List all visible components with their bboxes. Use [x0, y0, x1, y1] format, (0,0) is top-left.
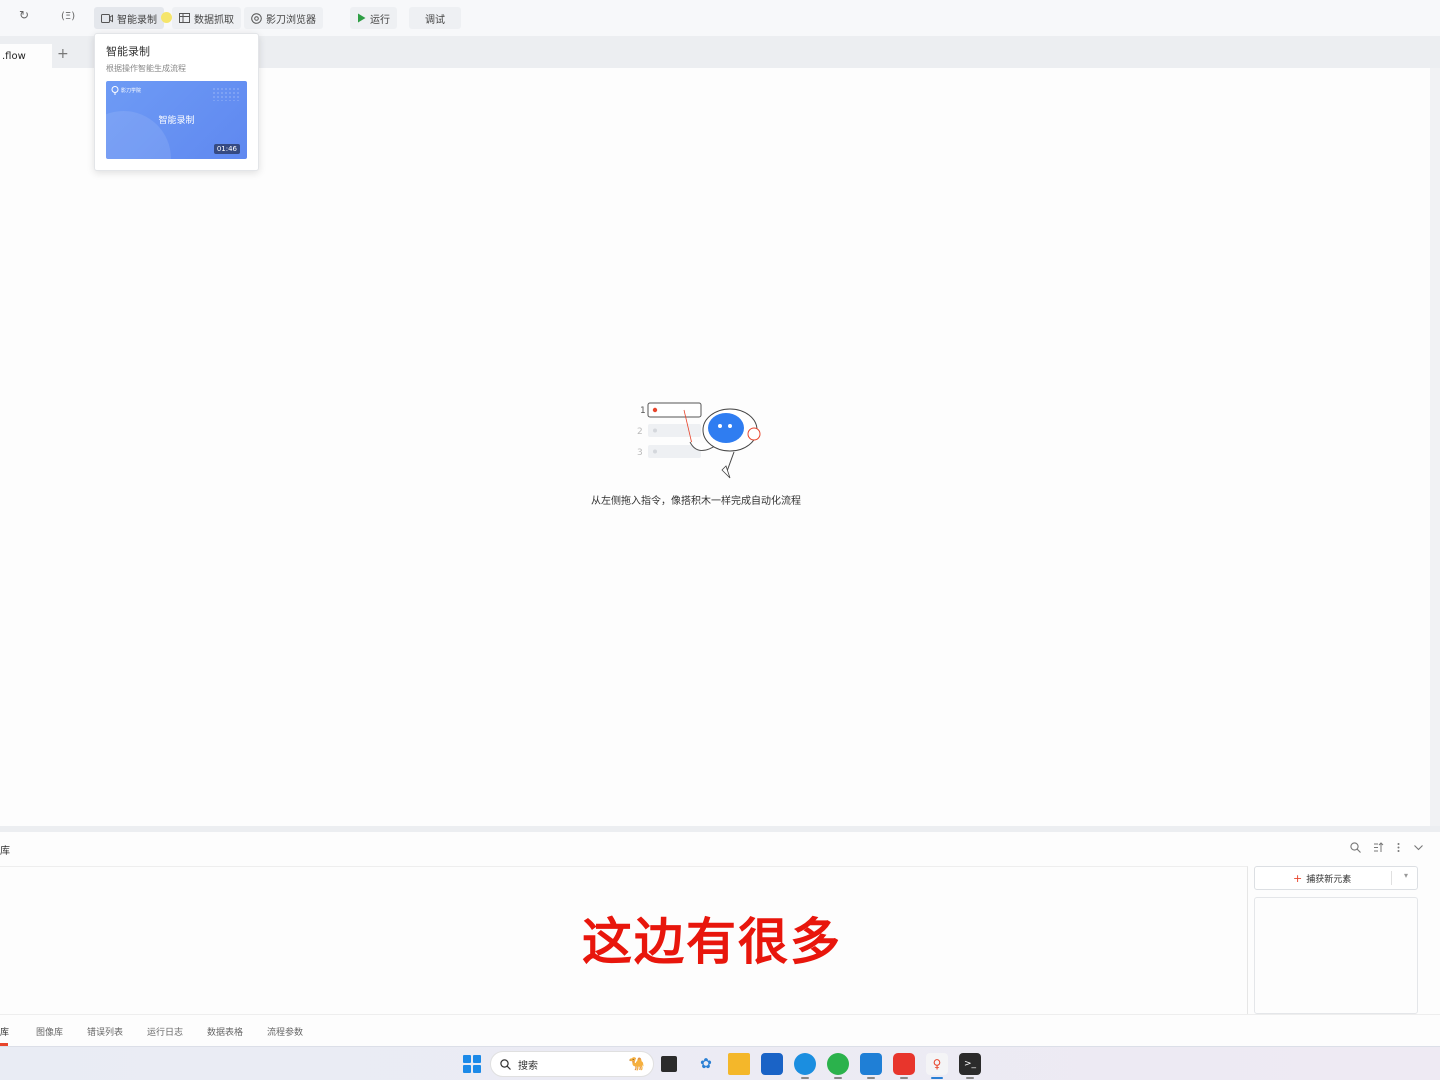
- store-icon[interactable]: [761, 1053, 783, 1075]
- robot-illustration-icon: 1 2 3: [637, 402, 761, 479]
- overlay-caption: 这边有很多: [582, 913, 842, 971]
- redo-icon[interactable]: ↻: [19, 8, 29, 22]
- search-icon: [500, 1058, 511, 1070]
- capture-separator: [1391, 871, 1392, 885]
- windows-taskbar: 搜索 🐪 ✿ ♀ >_: [0, 1046, 1440, 1080]
- browser-button[interactable]: 影刀浏览器: [244, 7, 323, 29]
- yingdao-logo-icon: [111, 86, 119, 95]
- plus-icon: +: [1293, 871, 1303, 885]
- element-preview-box: [1254, 897, 1418, 1014]
- video-dots-pattern: [212, 87, 240, 101]
- bottom-tabs: 库 图像库 错误列表 运行日志 数据表格 流程参数: [0, 1014, 1440, 1046]
- vscode-running-indicator: [867, 1077, 875, 1079]
- empty-state: 1 2 3 从左侧拖入指令，像搭积木一样完成自动化流程: [580, 398, 812, 507]
- smart-record-label: 智能录制: [117, 14, 157, 26]
- browser-label: 影刀浏览器: [266, 14, 316, 26]
- capture-element-label: 捕获新元素: [1306, 874, 1352, 885]
- popover-title: 智能录制: [106, 45, 150, 58]
- music-running-indicator: [900, 1077, 908, 1079]
- yingdao-running-indicator: [931, 1077, 943, 1079]
- video-camera-icon: [101, 13, 113, 23]
- step-3-number: 3: [637, 448, 643, 458]
- step-2-number: 2: [637, 427, 643, 437]
- data-capture-label: 数据抓取: [194, 14, 234, 26]
- vscode-icon[interactable]: [860, 1053, 882, 1075]
- debug-label: 调试: [425, 14, 445, 26]
- netease-music-icon[interactable]: [893, 1053, 915, 1075]
- tab-flow-label: .flow: [2, 51, 26, 62]
- sort-icon[interactable]: [1373, 842, 1384, 853]
- taskbar-search[interactable]: 搜索 🐪: [490, 1051, 654, 1077]
- windows-start-icon[interactable]: [463, 1055, 481, 1073]
- toolbar: ↻ (Ξ) 智能录制 数据抓取 影刀浏览器 运行 调试: [0, 0, 1440, 36]
- edge-browser-icon[interactable]: [794, 1053, 816, 1075]
- bottom-panel-header: 库: [0, 832, 1440, 866]
- tab-error-list[interactable]: 错误列表: [87, 1025, 123, 1038]
- terminal-icon[interactable]: >_: [959, 1053, 981, 1075]
- tutorial-video-thumbnail[interactable]: 影刀学院 智能录制 01:46: [106, 81, 247, 159]
- popover-subtitle: 根据操作智能生成流程: [106, 64, 186, 73]
- video-logo: 影刀学院: [111, 86, 141, 95]
- taskbar-search-placeholder: 搜索: [518, 1060, 538, 1072]
- capture-dropdown-icon[interactable]: ▾: [1404, 871, 1408, 880]
- capture-element-button[interactable]: + 捕获新元素 ▾: [1254, 866, 1418, 890]
- terminal-running-indicator: [966, 1077, 974, 1079]
- play-icon: [358, 13, 366, 23]
- tab-flow-params[interactable]: 流程参数: [267, 1025, 303, 1038]
- video-duration: 01:46: [213, 144, 240, 154]
- search-highlight-icon: 🐪: [628, 1056, 645, 1072]
- browser-icon: [251, 12, 262, 24]
- yingdao-app-icon[interactable]: ♀: [926, 1053, 948, 1075]
- smart-record-button[interactable]: 智能录制: [94, 7, 164, 29]
- edge-running-indicator: [801, 1077, 809, 1079]
- smart-record-popover: 智能录制 根据操作智能生成流程 影刀学院 智能录制 01:46: [94, 33, 259, 171]
- tab-data-table[interactable]: 数据表格: [207, 1025, 243, 1038]
- file-explorer-icon[interactable]: [728, 1053, 750, 1075]
- more-vertical-icon[interactable]: [1396, 842, 1401, 853]
- add-tab-icon[interactable]: +: [57, 46, 69, 62]
- table-icon: [179, 13, 190, 23]
- step-1-number: 1: [640, 406, 646, 416]
- wechat-icon[interactable]: [827, 1053, 849, 1075]
- bottom-panel-actions: [1350, 842, 1424, 853]
- search-icon[interactable]: [1350, 842, 1361, 853]
- tab-image-library[interactable]: 图像库: [36, 1025, 63, 1038]
- tab-element-library[interactable]: 库: [0, 1025, 9, 1038]
- tab-run-log[interactable]: 运行日志: [147, 1025, 183, 1038]
- data-capture-button[interactable]: 数据抓取: [172, 7, 241, 29]
- canvas-scrollbar[interactable]: [1430, 68, 1440, 826]
- run-label: 运行: [370, 14, 390, 26]
- debug-button[interactable]: 调试: [409, 7, 461, 29]
- wechat-running-indicator: [834, 1077, 842, 1079]
- video-title: 智能录制: [158, 116, 195, 126]
- video-logo-label: 影刀学院: [121, 88, 142, 94]
- variables-icon[interactable]: (Ξ): [61, 11, 75, 22]
- empty-state-text: 从左侧拖入指令，像搭积木一样完成自动化流程: [591, 496, 801, 507]
- task-view-icon[interactable]: [661, 1056, 677, 1072]
- chevron-down-icon[interactable]: [1413, 842, 1424, 853]
- run-button[interactable]: 运行: [350, 7, 397, 29]
- tab-flow[interactable]: .flow: [0, 44, 52, 68]
- cursor-highlight: [161, 12, 172, 23]
- widgets-icon[interactable]: ✿: [695, 1053, 717, 1075]
- bottom-panel-title: 库: [0, 846, 10, 857]
